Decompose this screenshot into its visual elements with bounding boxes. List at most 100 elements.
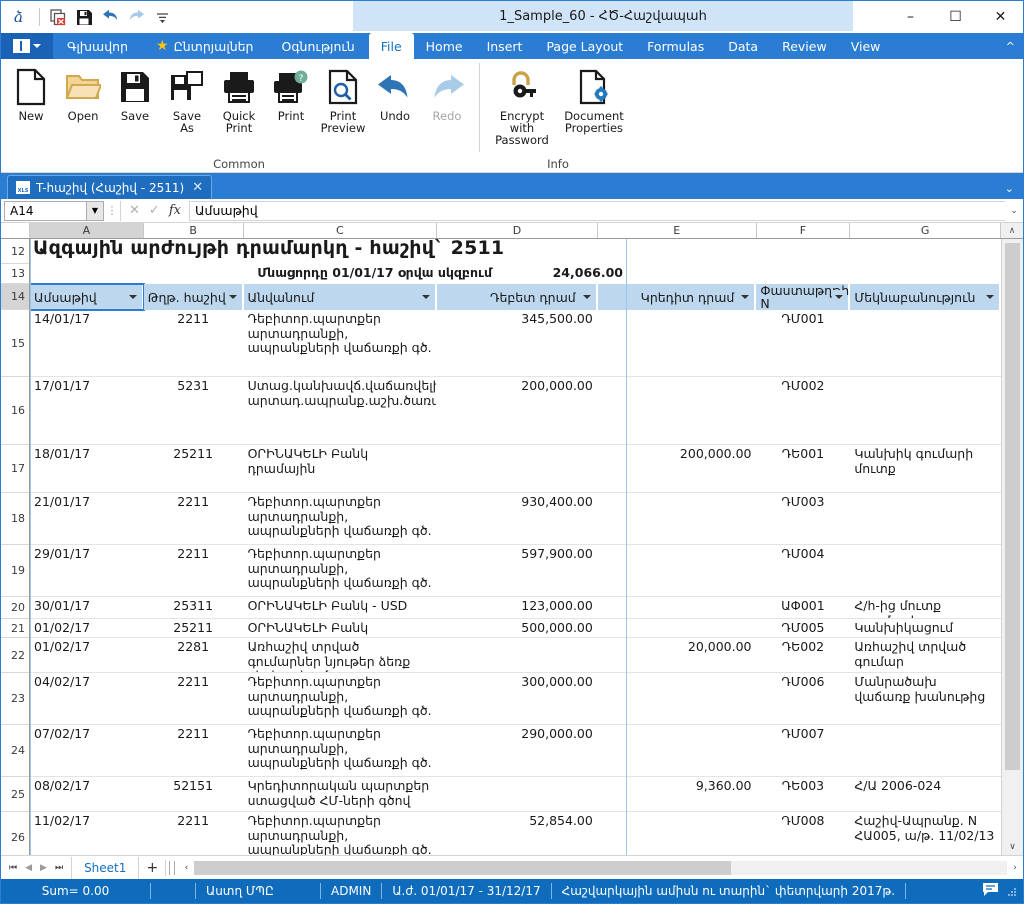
row-header-23[interactable]: 23 xyxy=(1,673,29,725)
cell-comment[interactable] xyxy=(850,310,1001,376)
table-row[interactable]: 01/02/17 2281 Առհաշիվ տրված գումարներ նյ… xyxy=(30,638,1001,673)
formula-input[interactable]: Ամսաթիվ xyxy=(188,200,1005,221)
opening-row-a[interactable] xyxy=(30,264,144,284)
insert-function-icon[interactable]: fx xyxy=(169,203,181,218)
select-all-corner[interactable] xyxy=(1,223,30,238)
cell-comment[interactable]: Կանխիկ գումարի մուտք xyxy=(850,445,1001,492)
cell-name[interactable]: Դեբիտոր.պարտքեր արտադրանքի, ապրանքների վ… xyxy=(244,493,438,544)
scroll-down-arrow[interactable]: ∨ xyxy=(1002,838,1023,855)
scroll-right-arrow[interactable]: › xyxy=(1007,863,1023,873)
cell-account[interactable]: 2281 xyxy=(144,638,244,672)
cell-name[interactable]: Դեբիտոր.պարտքեր արտադրանքի, ապրանքների վ… xyxy=(244,673,438,724)
vertical-scrollbar[interactable]: ∨ xyxy=(1001,239,1023,855)
tab-file[interactable]: File xyxy=(368,33,414,59)
sheet-tab-sheet1[interactable]: Sheet1 xyxy=(71,856,140,879)
save-icon[interactable] xyxy=(72,5,96,29)
close-icon[interactable]: ✕ xyxy=(192,180,203,195)
cell-doc-number[interactable]: ԴՄ006 xyxy=(757,673,851,724)
filter-dropdown-icon[interactable] xyxy=(225,290,240,304)
row-header-15[interactable]: 15 xyxy=(1,310,29,377)
chevron-down-icon[interactable]: ⌄ xyxy=(1005,182,1014,195)
cell-debit[interactable]: 200,000.00 xyxy=(437,377,598,444)
cell-doc-number[interactable]: ԴՄ005 xyxy=(757,619,851,637)
cell-debit[interactable]: 345,500.00 xyxy=(437,310,598,376)
cell-credit[interactable] xyxy=(598,545,757,596)
cell-name[interactable]: Դեբիտոր.պարտքեր արտադրանքի, ապրանքների վ… xyxy=(244,725,438,776)
tab-view[interactable]: View xyxy=(839,33,893,59)
cell-debit[interactable]: 597,900.00 xyxy=(437,545,598,596)
vertical-scroll-thumb[interactable] xyxy=(1005,243,1020,771)
expand-formula-bar-icon[interactable]: ⌄ xyxy=(1005,206,1023,216)
column-header-a[interactable]: A xyxy=(30,223,144,238)
cell-credit[interactable]: 9,360.00 xyxy=(598,777,757,811)
cell-date[interactable]: 30/01/17 xyxy=(30,597,144,618)
cell-date[interactable]: 01/02/17 xyxy=(30,619,144,637)
save-button[interactable]: Save xyxy=(109,64,161,124)
cell-credit[interactable] xyxy=(598,725,757,776)
row-header-25[interactable]: 25 xyxy=(1,777,29,812)
cell-date[interactable]: 04/02/17 xyxy=(30,673,144,724)
horizontal-scrollbar[interactable]: ‹ › xyxy=(165,859,1023,876)
app-logo-icon[interactable]: ձ xyxy=(9,5,33,29)
column-header-c[interactable]: C xyxy=(243,223,438,238)
cell-account[interactable]: 2211 xyxy=(144,310,244,376)
cell-comment[interactable] xyxy=(850,377,1001,444)
cell-doc-number[interactable]: ԴՄ002 xyxy=(757,377,851,444)
filter-dropdown-icon[interactable] xyxy=(419,290,434,304)
column-header-g[interactable]: G xyxy=(850,223,1001,238)
cell-doc-number[interactable]: ԴՄ004 xyxy=(757,545,851,596)
chevron-down-icon[interactable]: ▼ xyxy=(86,201,103,220)
filter-dropdown-icon[interactable] xyxy=(579,290,594,304)
cell-account[interactable]: 52151 xyxy=(144,777,244,811)
customize-quick-access-icon[interactable] xyxy=(150,5,174,29)
cell-credit[interactable] xyxy=(598,377,757,444)
redo-icon[interactable] xyxy=(124,5,148,29)
first-sheet-icon[interactable]: ⏮ xyxy=(9,863,17,873)
cell-comment[interactable]: Կանխիկացում xyxy=(850,619,1001,637)
cell-credit[interactable] xyxy=(598,597,757,618)
prev-sheet-icon[interactable]: ◀ xyxy=(25,863,32,873)
cell-debit[interactable]: 123,000.00 xyxy=(437,597,598,618)
row-header-26[interactable]: 26 xyxy=(1,812,29,855)
column-header-e[interactable]: E xyxy=(597,223,757,238)
cell-debit[interactable]: 300,000.00 xyxy=(437,673,598,724)
cell-comment[interactable] xyxy=(850,493,1001,544)
tab-formulas[interactable]: Formulas xyxy=(635,33,716,59)
cell-date[interactable]: 29/01/17 xyxy=(30,545,144,596)
tab-help[interactable]: Օգնություն xyxy=(267,33,368,59)
cell-comment[interactable] xyxy=(850,725,1001,776)
tab-home[interactable]: Home xyxy=(414,33,475,59)
tab-insert[interactable]: Insert xyxy=(475,33,535,59)
cell-doc-number[interactable]: ԴՄ001 xyxy=(757,310,851,376)
quick-print-button[interactable]: Quick Print xyxy=(213,64,265,136)
cell-account[interactable]: 5231 xyxy=(144,377,244,444)
table-row[interactable]: 07/02/17 2211 Դեբիտոր.պարտքեր արտադրանքի… xyxy=(30,725,1001,777)
close-button[interactable]: ✕ xyxy=(978,1,1023,33)
cell-name[interactable]: Դեբիտոր.պարտքեր արտադրանքի, ապրանքների վ… xyxy=(244,545,438,596)
tab-review[interactable]: Review xyxy=(770,33,839,59)
cell-doc-number[interactable]: ԴՄ003 xyxy=(757,493,851,544)
cell-credit[interactable] xyxy=(598,310,757,376)
print-preview-button[interactable]: Print Preview xyxy=(317,64,369,136)
app-menu-button[interactable] xyxy=(1,33,53,59)
vertical-scroll-track[interactable] xyxy=(1002,239,1023,838)
cancel-edit-icon[interactable]: ✕ xyxy=(129,203,140,218)
scrollbar-grip[interactable] xyxy=(169,860,176,875)
tab-data[interactable]: Data xyxy=(716,33,770,59)
maximize-button[interactable]: ☐ xyxy=(933,1,978,33)
accept-edit-icon[interactable]: ✓ xyxy=(149,203,160,218)
header-cell-name[interactable]: Անվանում xyxy=(243,284,438,310)
cell-debit[interactable] xyxy=(437,777,598,811)
horizontal-scroll-track[interactable] xyxy=(194,860,1007,875)
undo-button[interactable]: Undo xyxy=(369,64,421,124)
table-row[interactable]: 14/01/17 2211 Դեբիտոր.պարտքեր արտադրանքի… xyxy=(30,310,1001,377)
header-cell-credit[interactable]: Կրեդիտ դրամ xyxy=(597,284,757,310)
name-box[interactable]: A14 ▼ xyxy=(4,200,104,221)
cell-credit[interactable] xyxy=(598,673,757,724)
cell-debit[interactable]: 52,854.00 xyxy=(437,812,598,855)
cell-doc-number[interactable]: ԴՄ008 xyxy=(757,812,851,855)
row-header-24[interactable]: 24 xyxy=(1,725,29,777)
header-cell-doc-number[interactable]: Փաստաթղթի N xyxy=(756,284,851,310)
new-button[interactable]: New xyxy=(5,64,57,124)
cell-date[interactable]: 07/02/17 xyxy=(30,725,144,776)
